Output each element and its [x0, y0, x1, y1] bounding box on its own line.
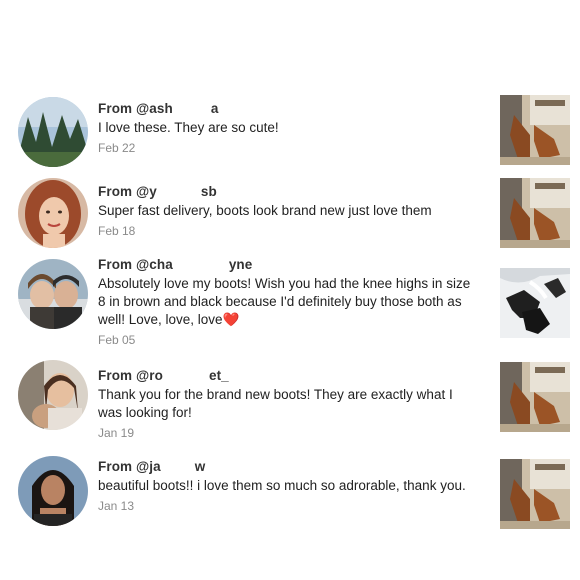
- review-item: From @cha yne Absolutely love my boots! W…: [0, 257, 580, 358]
- review-photo-thumbnail[interactable]: [500, 268, 570, 338]
- review-item: From @ja w beautiful boots!! i love them …: [0, 456, 580, 538]
- reviewer-handle[interactable]: From @ash a: [98, 101, 480, 116]
- review-date: Feb 22: [98, 141, 136, 155]
- review-text: beautiful boots!! i love them so much so…: [98, 478, 466, 493]
- review-date: Jan 19: [98, 426, 135, 440]
- review-photo-thumbnail[interactable]: [500, 95, 570, 165]
- reviewer-handle[interactable]: From @cha yne: [98, 257, 480, 272]
- review-text: Absolutely love my boots! Wish you had t…: [98, 276, 471, 327]
- review-date: Jan 13: [98, 499, 135, 513]
- review-text: Thank you for the brand new boots! They …: [98, 387, 453, 420]
- reviewer-handle[interactable]: From @ja w: [98, 459, 480, 474]
- review-photo-thumbnail[interactable]: [500, 459, 570, 529]
- reviewer-handle[interactable]: From @ro et_: [98, 368, 480, 383]
- heart-emoji-icon: ❤️: [222, 312, 240, 327]
- review-text: Super fast delivery, boots look brand ne…: [98, 203, 432, 218]
- review-text: I love these. They are so cute!: [98, 120, 279, 135]
- review-item: From @ro et_ Thank you for the brand new …: [0, 360, 580, 442]
- review-item: From @ash a I love these. They are so cut…: [0, 95, 580, 179]
- review-date: Feb 18: [98, 224, 136, 238]
- avatar[interactable]: [18, 360, 88, 430]
- review-date: Feb 05: [98, 333, 136, 347]
- reviewer-handle[interactable]: From @y sb: [98, 184, 480, 199]
- avatar[interactable]: [18, 178, 88, 248]
- avatar[interactable]: [18, 259, 88, 329]
- avatar[interactable]: [18, 97, 88, 167]
- review-item: From @y sb Super fast delivery, boots loo…: [0, 178, 580, 260]
- review-photo-thumbnail[interactable]: [500, 178, 570, 248]
- review-photo-thumbnail[interactable]: [500, 362, 570, 432]
- avatar[interactable]: [18, 456, 88, 526]
